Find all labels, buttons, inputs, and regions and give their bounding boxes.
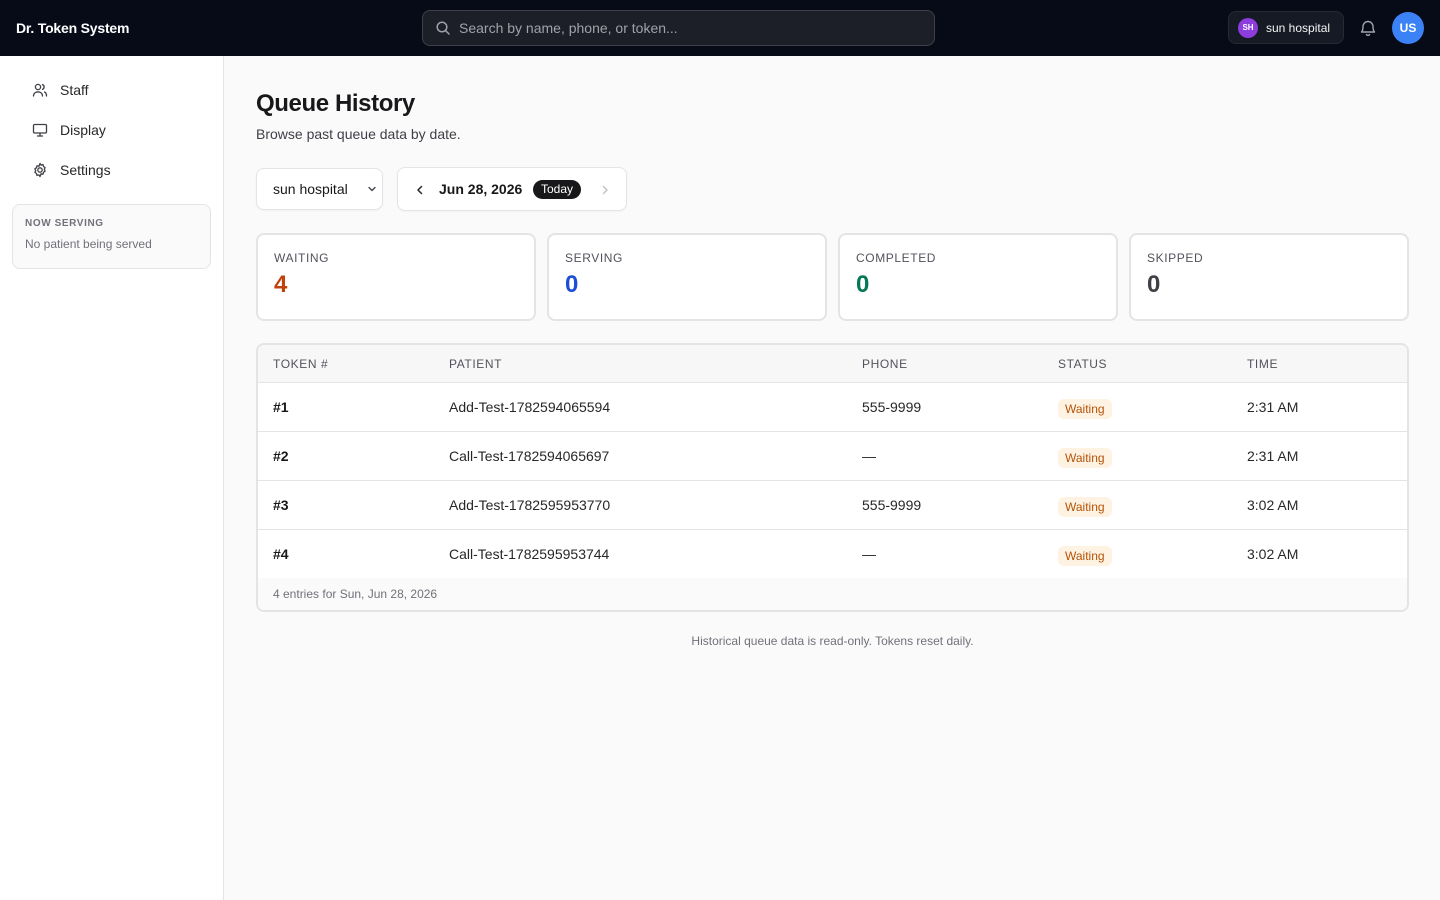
- phone-cell: —: [862, 448, 876, 464]
- users-icon: [32, 83, 48, 97]
- hospital-switcher[interactable]: SH sun hospital: [1228, 11, 1344, 44]
- gear-icon: [34, 162, 46, 178]
- patient-cell: Call-Test-1782594065697: [449, 448, 610, 464]
- stat-value: 0: [565, 271, 579, 298]
- selected-date[interactable]: Jun 28, 2026: [439, 168, 522, 210]
- bell-icon[interactable]: [1358, 18, 1378, 38]
- stat-label: SKIPPED: [1147, 251, 1204, 265]
- phone-cell: 555-9999: [862, 497, 922, 513]
- table-row[interactable]: #4 Call-Test-1782595953744 — Waiting 3:0…: [258, 530, 1407, 579]
- chevron-right-icon[interactable]: [597, 182, 613, 198]
- hospital-name: sun hospital: [1266, 20, 1331, 35]
- stat-label: WAITING: [274, 251, 330, 265]
- time-cell: 3:02 AM: [1247, 497, 1299, 513]
- status-badge: Waiting: [1058, 448, 1112, 468]
- time-cell: 2:31 AM: [1247, 399, 1299, 415]
- stat-label: COMPLETED: [856, 251, 937, 265]
- token-cell: #4: [273, 546, 289, 562]
- sidebar: Staff Display Settings NOW SERVING No pa…: [0, 56, 224, 900]
- now-serving-message: No patient being served: [25, 237, 152, 251]
- page-subtitle: Browse past queue data by date.: [256, 126, 461, 142]
- sidebar-item-display[interactable]: Display: [20, 112, 204, 148]
- token-cell: #3: [273, 497, 289, 513]
- stat-label: SERVING: [565, 251, 623, 265]
- stat-card-completed: COMPLETED 0: [838, 233, 1118, 321]
- stat-value: 4: [274, 271, 288, 298]
- user-avatar[interactable]: US: [1392, 12, 1424, 44]
- status-badge: Waiting: [1058, 497, 1112, 517]
- column-header-phone: PHONE: [862, 357, 908, 371]
- stat-card-serving: SERVING 0: [547, 233, 827, 321]
- sidebar-item-settings[interactable]: Settings: [20, 152, 204, 188]
- page-title: Queue History: [256, 90, 415, 117]
- hospital-avatar: SH: [1238, 17, 1258, 38]
- phone-cell: 555-9999: [862, 399, 922, 415]
- chevron-down-icon: [368, 186, 376, 192]
- stat-value: 0: [1147, 271, 1161, 298]
- sidebar-item-label: Display: [60, 122, 106, 138]
- patient-cell: Add-Test-1782595953770: [449, 497, 611, 513]
- status-badge: Waiting: [1058, 546, 1112, 566]
- token-cell: #2: [273, 448, 289, 464]
- monitor-icon: [32, 123, 48, 137]
- stat-card-skipped: SKIPPED 0: [1129, 233, 1409, 321]
- column-header-status: STATUS: [1058, 357, 1108, 371]
- now-serving-title: NOW SERVING: [25, 218, 104, 229]
- patient-cell: Call-Test-1782595953744: [449, 546, 610, 562]
- sidebar-item-label: Staff: [60, 82, 89, 98]
- chevron-left-icon[interactable]: [412, 182, 428, 198]
- column-header-time: TIME: [1247, 357, 1279, 371]
- time-cell: 2:31 AM: [1247, 448, 1299, 464]
- patient-cell: Add-Test-1782594065594: [449, 399, 611, 415]
- date-navigator: Jun 28, 2026 Today: [397, 167, 627, 211]
- app-title[interactable]: Dr. Token System: [16, 0, 129, 56]
- footer-note: Historical queue data is read-only. Toke…: [691, 634, 974, 648]
- sidebar-item-label: Settings: [60, 162, 111, 178]
- hospital-select[interactable]: sun hospital: [256, 168, 383, 210]
- table-row[interactable]: #1 Add-Test-1782594065594 555-9999 Waiti…: [258, 383, 1407, 432]
- search-icon: [436, 21, 450, 35]
- time-cell: 3:02 AM: [1247, 546, 1299, 562]
- top-bar: Dr. Token System SH sun hospital US: [0, 0, 1440, 56]
- column-header-token: TOKEN #: [273, 357, 329, 371]
- search-bar[interactable]: [422, 10, 935, 46]
- sidebar-item-staff[interactable]: Staff: [20, 72, 204, 108]
- today-badge: Today: [533, 180, 582, 199]
- stat-value: 0: [856, 271, 870, 298]
- table-header: TOKEN # PATIENT PHONE STATUS TIME: [258, 345, 1407, 383]
- table-row[interactable]: #3 Add-Test-1782595953770 555-9999 Waiti…: [258, 481, 1407, 530]
- queue-table: TOKEN # PATIENT PHONE STATUS TIME #1 Add…: [256, 343, 1409, 612]
- status-badge: Waiting: [1058, 399, 1112, 419]
- token-cell: #1: [273, 399, 289, 415]
- search-input[interactable]: [459, 20, 899, 36]
- now-serving-panel: NOW SERVING No patient being served: [12, 204, 211, 269]
- column-header-patient: PATIENT: [449, 357, 503, 371]
- phone-cell: —: [862, 546, 876, 562]
- hospital-select-value: sun hospital: [273, 181, 348, 197]
- table-row[interactable]: #2 Call-Test-1782594065697 — Waiting 2:3…: [258, 432, 1407, 481]
- stat-card-waiting: WAITING 4: [256, 233, 536, 321]
- table-footer: 4 entries for Sun, Jun 28, 2026: [258, 578, 1407, 610]
